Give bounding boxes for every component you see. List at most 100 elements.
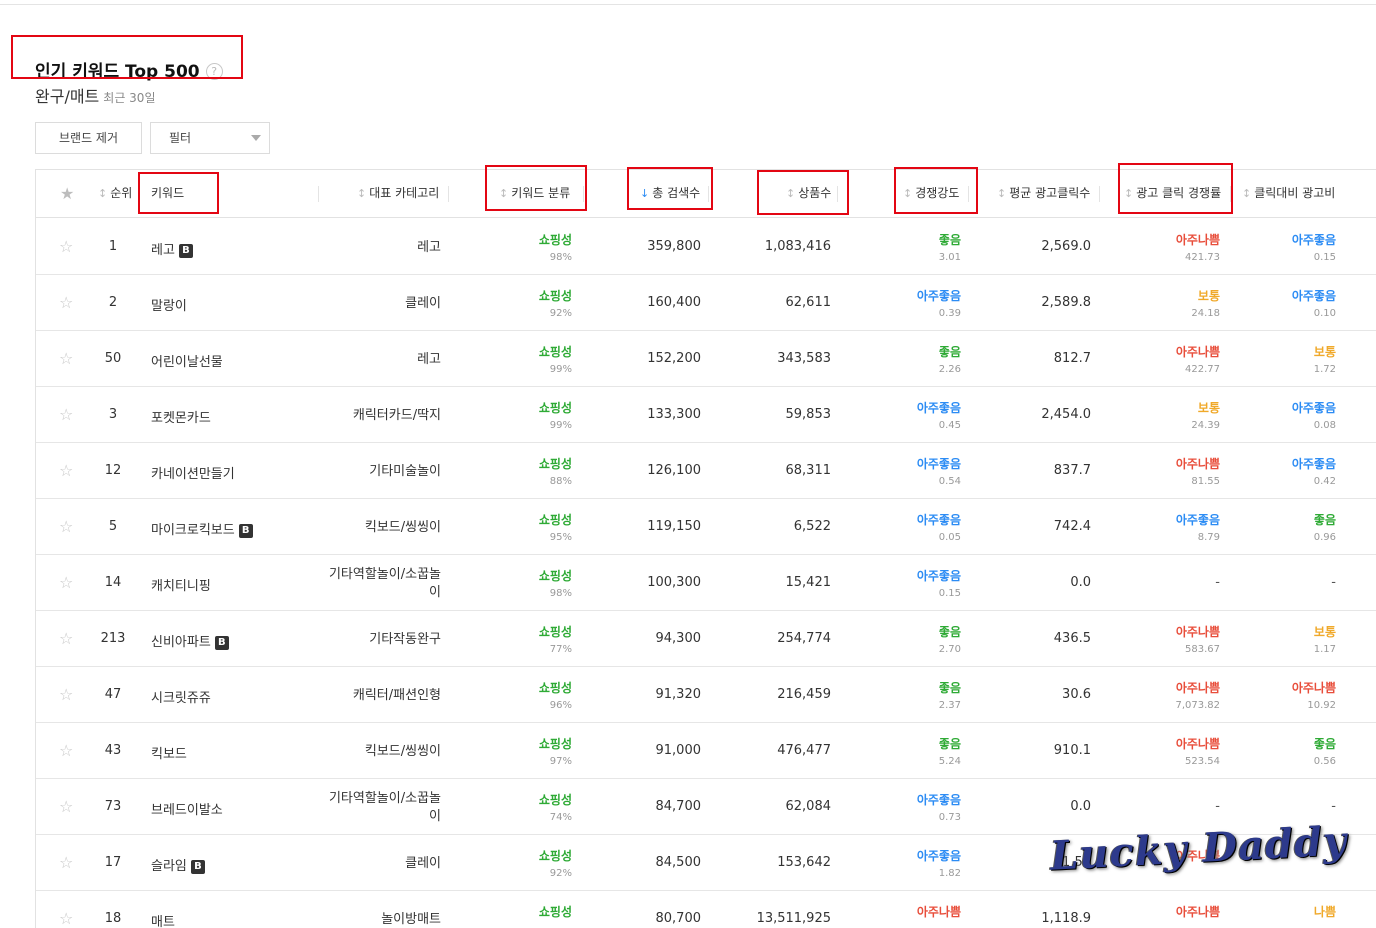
page-title: 인기 키워드 Top 500?: [35, 57, 223, 82]
rank-cell: 12: [104, 463, 122, 478]
category-cell: 기타미술놀이: [369, 463, 441, 481]
col-product-count[interactable]: ↕ 상품수: [786, 170, 831, 218]
favorite-star-icon[interactable]: ☆: [59, 797, 73, 816]
favorite-star-icon[interactable]: ☆: [59, 853, 73, 872]
table-row[interactable]: ☆ 12 카네이션만들기 기타미술놀이 쇼핑성 88% 126,100 68,311 아주좋음 0…: [36, 443, 1376, 499]
filter-dropdown[interactable]: 필터: [150, 122, 270, 154]
ad-click-competition-cell-label: 아주나쁨: [1175, 905, 1220, 919]
keyword-cell[interactable]: 어린이날선물: [151, 351, 223, 370]
keyword-type-label: 쇼핑성: [538, 905, 572, 919]
category-text: 킥보드/씽씽이: [364, 744, 441, 759]
star-header-icon[interactable]: ★: [60, 184, 74, 203]
favorite-star-icon[interactable]: ☆: [59, 405, 73, 424]
keyword-type-percent: 88%: [549, 476, 572, 487]
keyword-text: 매트: [151, 915, 175, 928]
ad-cost-ratio-cell: 보통 1.17: [1314, 624, 1336, 658]
keyword-type-label: 쇼핑성: [538, 513, 572, 527]
favorite-star-icon[interactable]: ☆: [59, 741, 73, 760]
ad-click-competition-cell-label: 아주나쁨: [1175, 681, 1220, 695]
table-row[interactable]: ☆ 17 슬라임 B 클레이 쇼핑성 92% 84,500 153,642 아주좋음 1.82 1,5…: [36, 835, 1376, 891]
col-rank[interactable]: ↕ 순위: [98, 170, 132, 218]
keyword-cell[interactable]: 카네이션만들기: [151, 463, 235, 482]
favorite-star-icon[interactable]: ☆: [59, 293, 73, 312]
table-row[interactable]: ☆ 2 말랑이 클레이 쇼핑성 92% 160,400 62,611 아주좋음 0.39 2,589…: [36, 275, 1376, 331]
ad-click-competition-cell-value: 583.67: [1185, 644, 1220, 655]
keyword-text: 레고: [151, 243, 175, 258]
competition-cell-label: 아주좋음: [916, 457, 961, 471]
product-count-cell: 343,583: [777, 351, 831, 366]
keyword-type-cell: 쇼핑성 97%: [539, 736, 572, 770]
col-ad-cost-ratio[interactable]: ↕ 클릭대비 광고비: [1242, 170, 1335, 218]
table-row[interactable]: ☆ 213 신비아파트 B 기타작동완구 쇼핑성 77% 94,300 254,774 좋음 2.7…: [36, 611, 1376, 667]
keyword-cell[interactable]: 포켓몬카드: [151, 407, 211, 426]
table-row[interactable]: ☆ 50 어린이날선물 레고 쇼핑성 99% 152,200 343,583 좋음 2.26 812…: [36, 331, 1376, 387]
keyword-type-label: 쇼핑성: [538, 401, 572, 415]
table-row[interactable]: ☆ 73 브레드이발소 기타역할놀이/소꿉놀 이 쇼핑성 74% 84,700 62,084 아주…: [36, 779, 1376, 835]
favorite-star-icon[interactable]: ☆: [59, 517, 73, 536]
avg-ad-clicks-cell: 0.0: [1070, 799, 1091, 814]
category-subtitle: 완구/매트 최근 30일: [35, 83, 156, 107]
keyword-cell[interactable]: 레고 B: [151, 239, 193, 258]
category-text: 놀이방매트: [381, 912, 441, 927]
keyword-cell[interactable]: 킥보드: [151, 743, 187, 762]
table-row[interactable]: ☆ 18 매트 놀이방매트 쇼핑성 80,700 13,511,925 아주나쁨 1,118.9…: [36, 891, 1376, 928]
ad-click-competition-cell-label: 아주좋음: [1175, 513, 1220, 527]
keyword-cell[interactable]: 말랑이: [151, 295, 187, 314]
favorite-star-icon[interactable]: ☆: [59, 461, 73, 480]
col-keyword[interactable]: 키워드: [151, 170, 184, 218]
ad-click-competition-cell: 아주좋음 8.79: [1176, 512, 1220, 546]
col-competition[interactable]: ↕ 경쟁강도: [903, 170, 959, 218]
table-row[interactable]: ☆ 47 시크릿쥬쥬 캐릭터/패션인형 쇼핑성 96% 91,320 216,459 좋음 2.3…: [36, 667, 1376, 723]
ad-click-competition-cell-label: 보통: [1197, 289, 1220, 303]
rank-cell: 43: [104, 743, 122, 758]
col-total-search[interactable]: ↓ 총 검색수: [640, 170, 700, 218]
keyword-text: 슬라임: [151, 859, 187, 874]
competition-cell-value: 5.24: [938, 756, 961, 767]
table-row[interactable]: ☆ 1 레고 B 레고 쇼핑성 98% 359,800 1,083,416 좋음 3.01 2,569…: [36, 219, 1376, 275]
keyword-cell[interactable]: 시크릿쥬쥬: [151, 687, 211, 706]
avg-ad-clicks-cell: 2,454.0: [1041, 407, 1091, 422]
keyword-cell[interactable]: 매트: [151, 911, 175, 928]
col-ad-cost-ratio-label: 클릭대비 광고비: [1254, 186, 1336, 200]
category-cell: 캐릭터카드/딱지: [353, 407, 441, 425]
ad-click-competition-cell: 아주나쁨 81.55: [1176, 456, 1220, 490]
favorite-star-icon[interactable]: ☆: [59, 629, 73, 648]
col-ad-click-competition[interactable]: ↕ 광고 클릭 경쟁률: [1124, 170, 1221, 218]
keyword-cell[interactable]: 마이크로킥보드 B: [151, 519, 253, 538]
keyword-text: 포켓몬카드: [151, 411, 211, 426]
favorite-star-icon[interactable]: ☆: [59, 685, 73, 704]
ad-click-competition-cell-value: 8.79: [1197, 532, 1220, 543]
keyword-cell[interactable]: 신비아파트 B: [151, 631, 229, 650]
ad-cost-ratio-cell-value: 0.56: [1313, 756, 1336, 767]
col-category[interactable]: ↕ 대표 카테고리: [357, 170, 439, 218]
favorite-star-icon[interactable]: ☆: [59, 349, 73, 368]
keyword-text: 캐치티니핑: [151, 579, 211, 594]
keyword-cell[interactable]: 캐치티니핑: [151, 575, 211, 594]
col-avg-ad-clicks[interactable]: ↕ 평균 광고클릭수: [997, 170, 1090, 218]
favorite-star-icon[interactable]: ☆: [59, 237, 73, 256]
category-text: 캐릭터카드/딱지: [352, 408, 441, 423]
ad-cost-ratio-cell: 나쁨: [1314, 904, 1336, 922]
ad-click-competition-cell: 아주나쁨 7,073.82: [1175, 680, 1220, 714]
table-row[interactable]: ☆ 5 마이크로킥보드 B 킥보드/씽씽이 쇼핑성 95% 119,150 6,522 아주좋음 0…: [36, 499, 1376, 555]
avg-ad-clicks-cell: 436.5: [1053, 631, 1091, 646]
rank-cell: 73: [104, 799, 122, 814]
table-row[interactable]: ☆ 14 캐치티니핑 기타역할놀이/소꿉놀 이 쇼핑성 98% 100,300 15,421 아주…: [36, 555, 1376, 611]
table-row[interactable]: ☆ 3 포켓몬카드 캐릭터카드/딱지 쇼핑성 99% 133,300 59,853 아주좋음 0.…: [36, 387, 1376, 443]
ad-cost-ratio-cell-label: 좋음: [1313, 737, 1336, 751]
total-search-cell: 133,300: [647, 407, 701, 422]
ad-click-competition-cell-value: 7,073.82: [1175, 700, 1220, 711]
keyword-type-cell: 쇼핑성 98%: [539, 232, 572, 266]
favorite-star-icon[interactable]: ☆: [59, 573, 73, 592]
favorite-star-icon[interactable]: ☆: [59, 909, 73, 928]
avg-ad-clicks-cell: 2,589.8: [1041, 295, 1091, 310]
total-search-cell: 91,000: [655, 743, 702, 758]
keyword-type-label: 쇼핑성: [538, 345, 572, 359]
rank-cell: 2: [108, 295, 118, 310]
help-icon[interactable]: ?: [205, 63, 223, 80]
keyword-cell[interactable]: 브레드이발소: [151, 799, 223, 818]
table-row[interactable]: ☆ 43 킥보드 킥보드/씽씽이 쇼핑성 97% 91,000 476,477 좋음 5.24 91…: [36, 723, 1376, 779]
col-keyword-type[interactable]: ↕ 키워드 분류: [499, 170, 570, 218]
keyword-cell[interactable]: 슬라임 B: [151, 855, 205, 874]
brand-remove-button[interactable]: 브랜드 제거: [35, 122, 142, 154]
